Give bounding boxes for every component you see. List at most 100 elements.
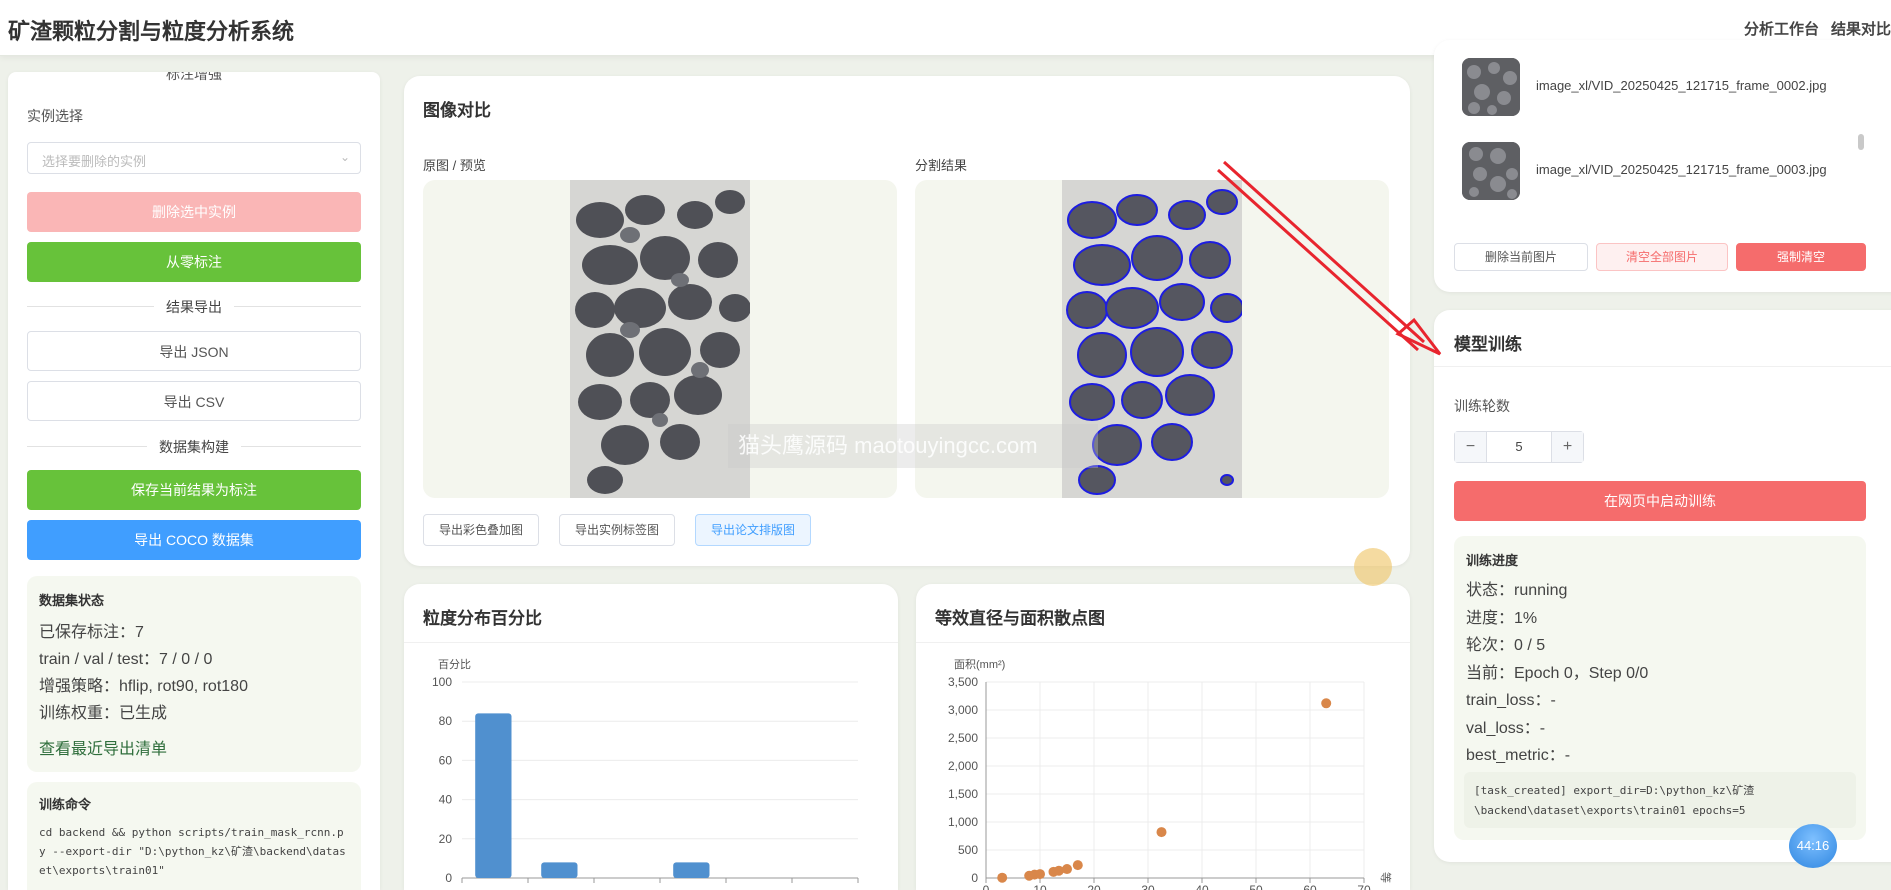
export-color-overlay-button[interactable]: 导出彩色叠加图 [423,514,539,546]
epochs-value[interactable]: 5 [1487,432,1551,462]
scatter-card: 等效直径与面积散点图 面积(mm²) 0 500 1,000 1,500 2,000 2,5… [916,584,1410,890]
dataset-status-row: 已保存标注：7 [39,624,144,641]
clipped-heading: 标注增强 [166,72,222,82]
image-list-card: image_xl/VID_20250425_121715_frame_0002.… [1434,40,1891,292]
export-csv-button[interactable]: 导出 CSV [27,381,361,421]
y-tick-label: 2,500 [948,731,978,745]
histogram-chart: 百分比 0 20 40 60 80 100 [432,658,859,885]
scatter-point [1072,860,1083,871]
model-training-title: 模型训练 [1454,335,1522,354]
train-command-code: cd backend && python scripts/train_mask_… [39,826,346,877]
dataset-status-box: 数据集状态 已保存标注：7 train / val / test：7 / 0 /… [27,576,361,772]
model-training-card: 模型训练 训练轮数 − 5 + 在网页中启动训练 训练进度 状态：running… [1434,310,1891,862]
train-command-box: 训练命令 cd backend && python scripts/train_… [27,782,361,890]
clear-all-images-button[interactable]: 清空全部图片 [1596,243,1728,271]
x-tick-label: 50 [1249,883,1263,890]
training-progress-box: 训练进度 状态：running 进度：1% 轮次：0 / 5 当前：Epoch … [1454,536,1866,840]
histogram-bar [475,713,512,878]
delete-current-image-button[interactable]: 删除当前图片 [1454,243,1588,271]
histogram-bar [673,862,710,878]
instance-select[interactable]: 选择要删除的实例 ⌄ [27,142,361,174]
y-tick-label: 40 [439,793,453,807]
y-tick-label: 500 [958,843,978,857]
file-thumbnail [1462,142,1520,200]
y-tick-label: 3,000 [948,703,978,717]
y-tick-label: 1,000 [948,815,978,829]
segmentation-result-label: 分割结果 [915,158,968,173]
save-annotation-button[interactable]: 保存当前结果为标注 [27,470,361,510]
export-section-title: 结果导出 [154,297,234,317]
histogram-title: 粒度分布百分比 [423,609,542,628]
app-title: 矿渣颗粒分割与粒度分析系统 [8,19,295,44]
delete-instance-button[interactable]: 删除选中实例 [27,192,361,232]
train-command-heading: 训练命令 [39,797,92,812]
image-compare-card: 图像对比 原图 / 预览 分割结果 导出彩色叠加图 导出实例标签图 导出论文排版… [404,76,1410,566]
nav-workbench[interactable]: 分析工作台 [1744,18,1819,39]
chevron-down-icon: ⌄ [339,150,350,164]
scatter-point [1062,864,1072,875]
dataset-status-row: 增强策略：hflip, rot90, rot180 [39,678,248,695]
top-nav: 分析工作台 结果对比 [1744,18,1891,39]
dataset-status-row: 训练权重：已生成 [39,705,168,722]
scatter-point [997,872,1008,883]
start-training-button[interactable]: 在网页中启动训练 [1454,481,1866,521]
x-tick-label: 40 [1195,883,1209,890]
x-tick-label: 20 [1087,883,1101,890]
epochs-label: 训练轮数 [1454,398,1510,414]
plus-icon[interactable]: + [1551,432,1583,462]
scatter-title: 等效直径与面积散点图 [935,609,1105,628]
dataset-divider: 数据集构建 [27,436,361,457]
histogram-card: 粒度分布百分比 百分比 0 20 40 60 80 100 [404,584,898,890]
recent-export-link[interactable]: 查看最近导出清单 [39,735,349,759]
instance-select-label: 实例选择 [27,108,83,124]
timer-badge: 44:16 [1789,824,1837,868]
force-clear-button[interactable]: 强制清空 [1736,243,1866,271]
image-compare-title: 图像对比 [423,101,491,120]
file-list-scrollbar[interactable] [1858,134,1864,150]
y-tick-label: 2,000 [948,759,978,773]
dataset-status-heading: 数据集状态 [39,593,105,608]
progress-row: 当前：Epoch 0，Step 0/0 [1466,664,1649,682]
epochs-stepper[interactable]: − 5 + [1454,431,1584,463]
annotate-from-zero-button[interactable]: 从零标注 [27,242,361,282]
export-divider: 结果导出 [27,296,361,317]
x-tick-label: 70 [1357,883,1371,890]
y-axis-label: 百分比 [438,658,471,671]
minus-icon[interactable]: − [1455,432,1487,462]
histogram-bar [541,862,578,878]
scatter-point [1035,869,1045,880]
cursor-highlight [1354,548,1392,586]
file-thumbnail [1462,58,1520,116]
y-tick-label: 1,500 [948,787,978,801]
file-name: image_xl/VID_20250425_121715_frame_0002.… [1536,78,1827,93]
y-tick-label: 3,500 [948,675,978,689]
y-tick-label: 20 [439,832,453,846]
original-preview-label: 原图 / 预览 [423,158,486,173]
y-tick-label: 80 [439,714,453,728]
export-json-button[interactable]: 导出 JSON [27,331,361,371]
progress-row: 进度：1% [1466,609,1538,627]
scatter-point [1321,698,1332,709]
original-image [570,180,750,498]
progress-row: val_loss：- [1466,719,1546,737]
export-instance-label-button[interactable]: 导出实例标签图 [559,514,675,546]
progress-row: best_metric：- [1466,747,1571,764]
y-axis-label: 面积(mm²) [954,658,1005,671]
training-progress-heading: 训练进度 [1466,553,1519,568]
export-coco-button[interactable]: 导出 COCO 数据集 [27,520,361,560]
export-paper-layout-button[interactable]: 导出论文排版图 [695,514,811,546]
y-tick-label: 0 [445,871,452,885]
x-tick-label: 60 [1303,883,1317,890]
progress-row: 轮次：0 / 5 [1466,637,1546,654]
x-tick-label: 30 [1141,883,1155,890]
nav-result-compare[interactable]: 结果对比 [1831,18,1891,39]
left-panel: 标注增强 实例选择 选择要删除的实例 ⌄ 删除选中实例 从零标注 结果导出 导出… [8,72,380,890]
x-tick-label: 10 [1033,883,1047,890]
progress-row: 状态：running [1466,582,1568,599]
progress-row: train_loss：- [1466,692,1556,709]
scatter-chart: 面积(mm²) 0 500 1,000 1,500 2,000 2,500 3,000 3,50… [948,658,1393,890]
y-tick-label: 60 [439,753,453,767]
x-tick-label: 0 [983,883,990,890]
y-tick-label: 100 [432,675,452,689]
file-name: image_xl/VID_20250425_121715_frame_0003.… [1536,162,1827,177]
